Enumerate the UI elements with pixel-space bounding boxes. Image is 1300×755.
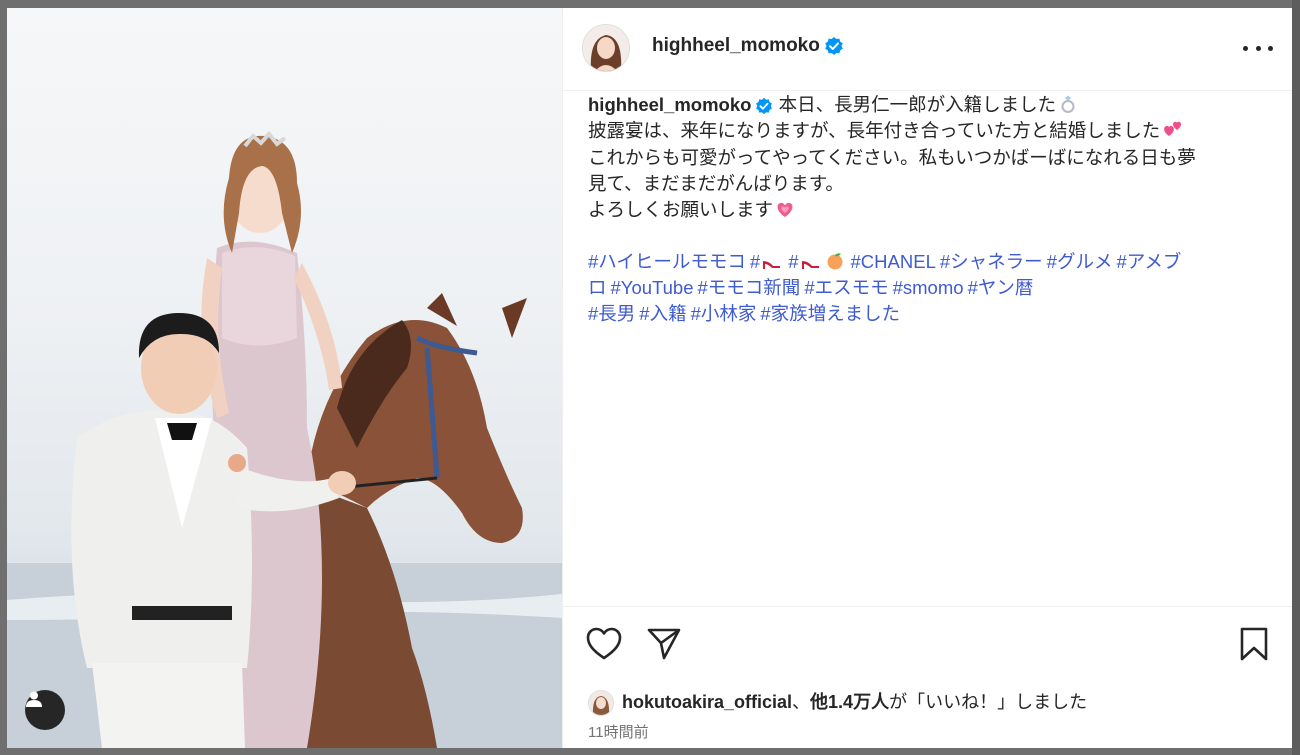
growing-heart-emoji-icon bbox=[777, 203, 793, 218]
verified-badge-icon bbox=[756, 98, 773, 115]
hashtag-line-2: ロ #YouTube #モモコ新聞 #エスモモ #smomo #ヤン暦 bbox=[588, 275, 1278, 301]
more-options-icon[interactable] bbox=[1243, 36, 1273, 60]
author-avatar[interactable] bbox=[582, 24, 630, 72]
hashtag-link[interactable]: ロ bbox=[588, 277, 607, 298]
likes-suffix: が「いいね！」しました bbox=[889, 692, 1088, 712]
post-details-panel: highheel_momoko highheel_momoko 本日、長男仁一郎… bbox=[562, 8, 1292, 748]
dot bbox=[1255, 45, 1261, 51]
tagged-user-icon bbox=[26, 691, 42, 707]
hashtag-link[interactable]: # bbox=[750, 251, 784, 272]
hashtag-link[interactable]: #YouTube bbox=[611, 277, 694, 298]
caption-username[interactable]: highheel_momoko bbox=[588, 94, 751, 115]
like-heart-icon[interactable] bbox=[586, 627, 622, 661]
verified-badge-icon bbox=[825, 36, 843, 55]
liker-avatar-image bbox=[589, 691, 613, 716]
ring-emoji-icon bbox=[1061, 95, 1075, 113]
liker-username[interactable]: hokutoakira_official bbox=[622, 692, 792, 712]
likes-separator: 、 bbox=[792, 692, 811, 712]
hashtag-link[interactable]: #モモコ新聞 bbox=[698, 277, 801, 298]
hashtag-link[interactable]: #ハイヒールモモコ bbox=[588, 251, 746, 272]
tagged-user-button[interactable] bbox=[25, 690, 65, 730]
likes-summary: hokutoakira_official、他1.4万人が「いいね！」しました bbox=[588, 688, 1088, 717]
hashtag-link[interactable]: #エスモモ bbox=[804, 277, 888, 298]
caption-line-1: highheel_momoko 本日、長男仁一郎が入籍しました bbox=[588, 92, 1278, 118]
hashtag-line-3: #長男 #入籍 #小林家 #家族増えました bbox=[588, 301, 1278, 327]
hashtag-link[interactable]: #CHANEL bbox=[851, 251, 936, 272]
high-heel-emoji-icon bbox=[801, 261, 819, 269]
hashtag-link[interactable]: #アメブ bbox=[1116, 251, 1181, 272]
two-hearts-emoji-icon bbox=[1164, 122, 1182, 137]
avatar-image bbox=[583, 25, 629, 71]
peach-emoji-icon bbox=[827, 253, 843, 270]
hashtag-link[interactable]: #smomo bbox=[893, 277, 964, 298]
hashtag-link[interactable]: #長男 bbox=[588, 303, 635, 324]
hashtag-link[interactable]: #ヤン暦 bbox=[968, 277, 1034, 298]
caption-text: よろしくお願いします bbox=[588, 199, 774, 221]
caption-line-3: これからも可愛がってやってください。私もいつかばーばになれる日も夢 bbox=[588, 146, 1196, 168]
hashtag-text: # bbox=[788, 251, 799, 272]
hashtag-link[interactable]: #グルメ bbox=[1047, 251, 1113, 272]
hashtag-line-1: #ハイヒールモモコ # # #CHANEL #シャネラー #グルメ #アメブ bbox=[588, 249, 1278, 275]
high-heel-emoji-icon bbox=[763, 261, 781, 269]
post-modal: highheel_momoko highheel_momoko 本日、長男仁一郎… bbox=[7, 8, 1292, 748]
author-username[interactable]: highheel_momoko bbox=[652, 35, 820, 56]
liker-avatar[interactable] bbox=[588, 690, 614, 717]
caption-line-4: 見て、まだまだがんばります。 bbox=[588, 172, 844, 194]
dot bbox=[1243, 45, 1248, 51]
share-send-icon[interactable] bbox=[647, 627, 681, 661]
post-timestamp[interactable]: 11時間前 bbox=[588, 721, 649, 742]
hashtag-link[interactable]: #家族増えました bbox=[760, 303, 900, 324]
hashtag-text: # bbox=[749, 251, 761, 272]
caption-text: 本日、長男仁一郎が入籍しました bbox=[778, 94, 1057, 115]
background-overlay-edge bbox=[1292, 0, 1300, 755]
wedding-photo-illustration bbox=[7, 130, 562, 748]
save-bookmark-icon[interactable] bbox=[1239, 627, 1269, 661]
post-photo[interactable] bbox=[7, 8, 562, 748]
post-header: highheel_momoko bbox=[563, 8, 1292, 91]
post-caption: highheel_momoko 本日、長男仁一郎が入籍しました 披露宴は、来年に… bbox=[588, 92, 1278, 223]
post-hashtags: #ハイヒールモモコ # # #CHANEL #シャネラー #グルメ #アメブ ロ #YouTu… bbox=[588, 249, 1278, 327]
caption-line-5: よろしくお願いします bbox=[588, 197, 1278, 223]
hashtag-link[interactable]: #小林家 bbox=[691, 303, 757, 324]
post-actions-bar bbox=[563, 606, 1292, 685]
hashtag-link[interactable]: #入籍 bbox=[639, 303, 686, 324]
caption-text: 披露宴は、来年になりますが、長年付き合っていた方と結婚しました bbox=[588, 120, 1161, 142]
hashtag-link[interactable]: #シャネラー bbox=[940, 251, 1043, 272]
caption-line-2: 披露宴は、来年になりますが、長年付き合っていた方と結婚しました bbox=[588, 118, 1278, 144]
likes-others-count[interactable]: 他1.4万人 bbox=[810, 692, 889, 712]
author-username-row[interactable]: highheel_momoko bbox=[652, 35, 844, 57]
dot bbox=[1268, 45, 1273, 51]
hashtag-link[interactable]: # bbox=[788, 251, 846, 272]
